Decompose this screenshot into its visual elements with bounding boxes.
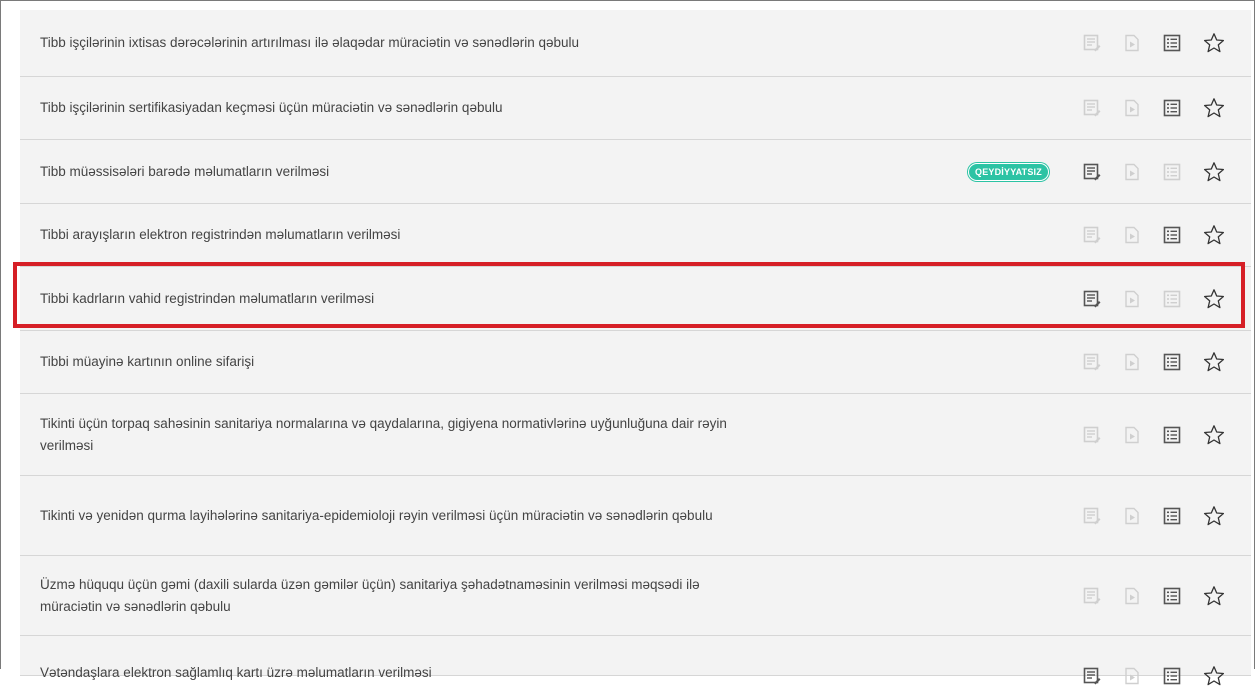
service-actions (1075, 350, 1245, 374)
favorite-star-icon[interactable] (1203, 32, 1225, 54)
video-guide-icon (1123, 34, 1141, 52)
service-actions (1075, 287, 1245, 311)
service-actions (1075, 504, 1245, 528)
video-guide-icon (1123, 290, 1141, 308)
service-row[interactable]: Tibb işçilərinin ixtisas dərəcələrinin a… (20, 10, 1251, 77)
service-row[interactable]: Tikinti və yenidən qurma layihələrinə sa… (20, 476, 1251, 556)
form-edit-icon (1083, 426, 1101, 444)
service-title[interactable]: Tibb işçilərinin sertifikasiyadan keçməs… (40, 97, 760, 119)
service-actions (1075, 423, 1245, 447)
favorite-star-icon[interactable] (1203, 288, 1225, 310)
video-guide-icon (1123, 587, 1141, 605)
favorite-star-icon[interactable] (1203, 585, 1225, 607)
service-title[interactable]: Tibb işçilərinin ixtisas dərəcələrinin a… (40, 32, 760, 54)
service-title[interactable]: Tikinti və yenidən qurma layihələrinə sa… (40, 505, 760, 527)
form-edit-icon (1083, 226, 1101, 244)
document-list-icon[interactable] (1163, 587, 1181, 605)
document-list-icon[interactable] (1163, 226, 1181, 244)
service-row[interactable]: Tibb müəssisələri barədə məlumatların ve… (20, 140, 1251, 204)
service-title[interactable]: Üzmə hüququ üçün gəmi (daxili sularda üz… (40, 574, 760, 618)
form-edit-icon (1083, 34, 1101, 52)
service-actions (1075, 96, 1245, 120)
video-guide-icon (1123, 353, 1141, 371)
form-edit-icon (1083, 587, 1101, 605)
document-list-icon[interactable] (1163, 667, 1181, 685)
favorite-star-icon[interactable] (1203, 424, 1225, 446)
form-edit-icon[interactable] (1083, 163, 1101, 181)
service-actions (1075, 31, 1245, 55)
service-row[interactable]: Tibbi müayinə kartının online sifarişi (20, 331, 1251, 394)
service-row[interactable]: Üzmə hüququ üçün gəmi (daxili sularda üz… (20, 556, 1251, 636)
service-row[interactable]: Tibbi arayışların elektron registrindən … (20, 204, 1251, 267)
service-title[interactable]: Vətəndaşlara elektron sağlamlıq kartı üz… (40, 662, 760, 684)
form-edit-icon[interactable] (1083, 667, 1101, 685)
service-list: Tibb işçilərinin ixtisas dərəcələrinin a… (20, 10, 1251, 686)
favorite-star-icon[interactable] (1203, 505, 1225, 527)
service-title[interactable]: Tibbi arayışların elektron registrindən … (40, 224, 760, 246)
video-guide-icon (1123, 507, 1141, 525)
document-list-icon[interactable] (1163, 426, 1181, 444)
form-edit-icon[interactable] (1083, 290, 1101, 308)
form-edit-icon (1083, 353, 1101, 371)
favorite-star-icon[interactable] (1203, 97, 1225, 119)
document-list-icon[interactable] (1163, 99, 1181, 117)
service-row[interactable]: Tibb işçilərinin sertifikasiyadan keçməs… (20, 77, 1251, 140)
form-edit-icon (1083, 507, 1101, 525)
document-list-icon[interactable] (1163, 507, 1181, 525)
favorite-star-icon[interactable] (1203, 665, 1225, 687)
service-title[interactable]: Tibbi kadrların vahid registrindən məlum… (40, 288, 760, 310)
service-actions (1075, 160, 1245, 184)
service-row[interactable]: Vətəndaşlara elektron sağlamlıq kartı üz… (20, 636, 1251, 686)
video-guide-icon (1123, 667, 1141, 685)
favorite-star-icon[interactable] (1203, 161, 1225, 183)
favorite-star-icon[interactable] (1203, 351, 1225, 373)
document-list-icon[interactable] (1163, 353, 1181, 371)
video-guide-icon (1123, 99, 1141, 117)
document-list-icon[interactable] (1163, 34, 1181, 52)
favorite-star-icon[interactable] (1203, 224, 1225, 246)
service-actions (1075, 584, 1245, 608)
video-guide-icon (1123, 226, 1141, 244)
video-guide-icon (1123, 163, 1141, 181)
form-edit-icon (1083, 99, 1101, 117)
document-list-icon (1163, 290, 1181, 308)
service-row[interactable]: Tikinti üçün torpaq sahəsinin sanitariya… (20, 394, 1251, 476)
no-registration-badge: QEYDİYYATSIZ (968, 162, 1049, 181)
service-row[interactable]: Tibbi kadrların vahid registrindən məlum… (20, 267, 1251, 331)
video-guide-icon (1123, 426, 1141, 444)
service-title[interactable]: Tibb müəssisələri barədə məlumatların ve… (40, 161, 760, 183)
service-actions (1075, 664, 1245, 688)
document-list-icon (1163, 163, 1181, 181)
service-actions (1075, 223, 1245, 247)
service-title[interactable]: Tikinti üçün torpaq sahəsinin sanitariya… (40, 413, 760, 457)
service-title[interactable]: Tibbi müayinə kartının online sifarişi (40, 351, 760, 373)
